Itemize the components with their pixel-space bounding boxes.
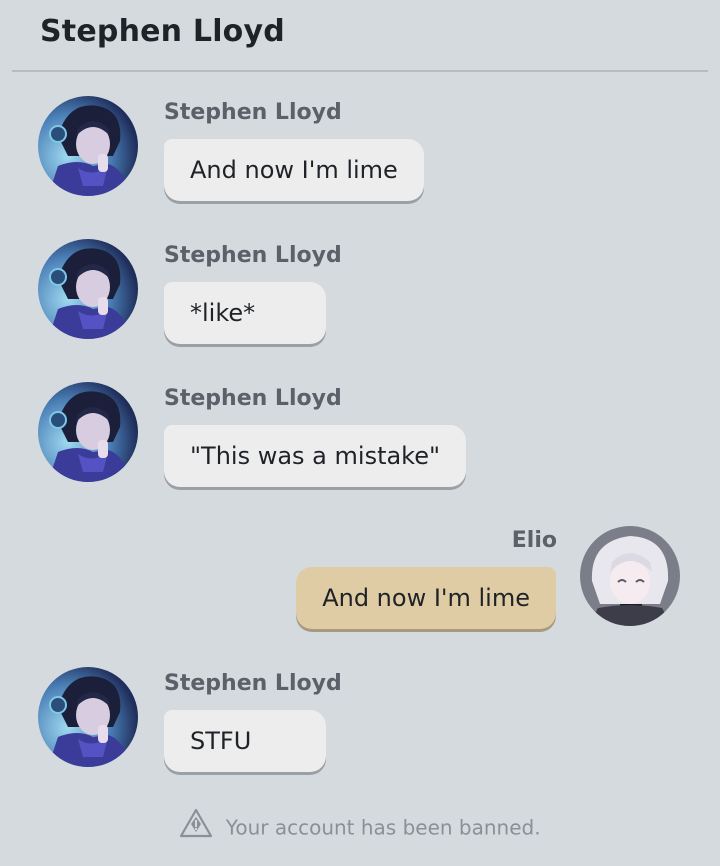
sender-name: Stephen Lloyd (164, 243, 342, 268)
stephen-avatar[interactable] (38, 382, 138, 482)
message-bubble[interactable]: And now I'm lime (164, 139, 424, 201)
chat-title: Stephen Lloyd (40, 14, 285, 49)
sender-name: Stephen Lloyd (164, 386, 342, 411)
message-bubble[interactable]: *like* (164, 282, 326, 344)
ban-notice: Your account has been banned. (0, 808, 720, 845)
elio-avatar[interactable] (580, 526, 680, 626)
avatar-image-icon (38, 667, 138, 767)
message-bubble[interactable]: "This was a mistake" (164, 425, 467, 487)
avatar-image-icon (38, 239, 138, 339)
stephen-avatar[interactable] (38, 667, 138, 767)
stephen-avatar[interactable] (38, 96, 138, 196)
avatar-image-icon (38, 96, 138, 196)
message-bubble[interactable]: STFU (164, 710, 326, 772)
sender-name: Stephen Lloyd (164, 671, 342, 696)
sender-name: Elio (511, 528, 557, 553)
warning-icon (179, 808, 213, 843)
chat-header: Stephen Lloyd (12, 0, 708, 72)
stephen-avatar[interactable] (38, 239, 138, 339)
message-bubble[interactable]: And now I'm lime (296, 567, 556, 629)
sender-name: Stephen Lloyd (164, 100, 342, 125)
avatar-image-icon (38, 382, 138, 482)
avatar-image-icon (580, 526, 680, 626)
ban-notice-text: Your account has been banned. (225, 815, 541, 840)
